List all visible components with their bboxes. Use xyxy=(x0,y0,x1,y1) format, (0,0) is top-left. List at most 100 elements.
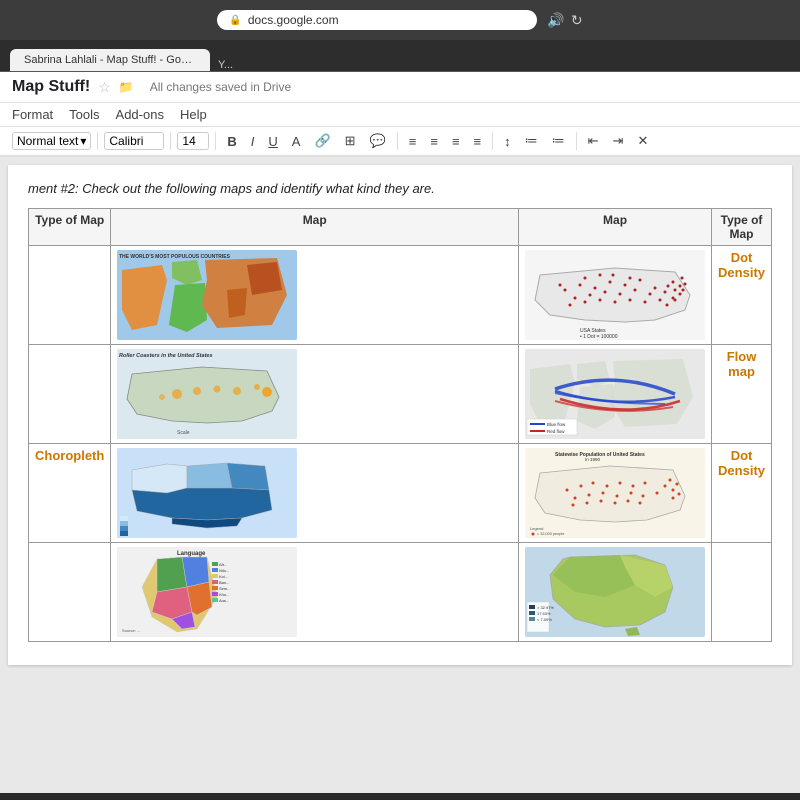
type-label-choropleth: Choropleth xyxy=(35,448,104,463)
bold-button[interactable]: B xyxy=(222,132,241,151)
style-chevron: ▾ xyxy=(80,134,86,148)
refresh-icon: ↻ xyxy=(571,12,583,29)
indent-inc-button[interactable]: ⇥ xyxy=(608,131,629,151)
svg-text:In 1990: In 1990 xyxy=(585,457,601,462)
align-center-button[interactable]: ≡ xyxy=(425,132,443,151)
menu-tools[interactable]: Tools xyxy=(69,105,99,124)
menu-addons[interactable]: Add-ons xyxy=(116,105,164,124)
map-image-world: THE WORLD'S MOST POPULOUS COUNTRIES xyxy=(117,250,297,340)
australia-svg: > 32.97% 17.53% < 7.09% xyxy=(525,547,705,637)
menu-format[interactable]: Format xyxy=(12,105,53,124)
address-bar[interactable]: 🔒 docs.google.com xyxy=(217,10,537,30)
type-left-2 xyxy=(29,345,111,444)
type-left-4 xyxy=(29,543,111,642)
menu-help[interactable]: Help xyxy=(180,105,207,124)
type-label-dot-density-1: Dot Density xyxy=(718,250,765,280)
star-icon[interactable]: ☆ xyxy=(98,79,111,96)
style-label: Normal text xyxy=(17,134,78,148)
url-text: docs.google.com xyxy=(248,13,339,27)
audio-icon: 🔊 xyxy=(547,12,564,29)
svg-text:Scale: Scale xyxy=(177,430,190,436)
separator-1 xyxy=(97,132,98,150)
svg-text:• 1 Dot = 100000: • 1 Dot = 100000 xyxy=(580,334,618,340)
map-right-3: Statewise Population of United States In… xyxy=(519,444,712,543)
map-left-1: THE WORLD'S MOST POPULOUS COUNTRIES xyxy=(111,246,519,345)
doc-title: Map Stuff! xyxy=(12,78,90,96)
browser-top-bar: 🔒 docs.google.com 🔊 ↻ xyxy=(0,0,800,40)
world-map-svg: THE WORLD'S MOST POPULOUS COUNTRIES xyxy=(117,250,297,340)
svg-text:> 32.97%: > 32.97% xyxy=(537,605,554,610)
type-left-3: Choropleth xyxy=(29,444,111,543)
size-label: 14 xyxy=(182,134,195,148)
svg-text:Roller Coasters in the United: Roller Coasters in the United States xyxy=(119,353,213,359)
line-spacing-button[interactable]: ↕ xyxy=(499,132,516,151)
bullet-list-button[interactable]: ≔ xyxy=(547,131,570,151)
italic-button[interactable]: I xyxy=(246,132,260,151)
link-button[interactable]: 🔗 xyxy=(309,131,335,151)
numbered-list-button[interactable]: ≔ xyxy=(520,131,543,151)
type-left-1 xyxy=(29,246,111,345)
text-color-button[interactable]: A xyxy=(287,132,306,151)
map-left-4: Language Afr... xyxy=(111,543,519,642)
align-justify-button[interactable]: ≡ xyxy=(469,132,487,151)
type-right-3: Dot Density xyxy=(712,444,772,543)
font-dropdown[interactable]: Calibri xyxy=(104,132,164,150)
type-label-flow: Flow map xyxy=(727,349,757,379)
separator-2 xyxy=(170,132,171,150)
map-image-language: Language Afr... xyxy=(117,547,297,637)
close-button[interactable]: ✕ xyxy=(632,131,653,151)
tab-right-text[interactable]: Y... xyxy=(218,59,233,71)
choropleth-blue-svg xyxy=(117,448,297,538)
svg-text:Ban...: Ban... xyxy=(219,580,229,585)
col-header-type-right: Type of Map xyxy=(712,209,772,246)
map-image-australia: > 32.97% 17.53% < 7.09% xyxy=(525,547,705,637)
type-right-4 xyxy=(712,543,772,642)
folder-icon[interactable]: 📁 xyxy=(119,80,134,94)
language-svg: Language Afr... xyxy=(117,547,297,637)
svg-text:Sem...: Sem... xyxy=(219,586,231,591)
active-tab[interactable]: Sabrina Lahlali - Map Stuff! - Google Do… xyxy=(10,49,210,71)
font-label: Calibri xyxy=(109,134,143,148)
table-row: Roller Coasters in the United States xyxy=(29,345,772,444)
browser-chrome: 🔒 docs.google.com 🔊 ↻ Sabrina Lahlali - … xyxy=(0,0,800,72)
underline-button[interactable]: U xyxy=(263,132,282,151)
separator-3 xyxy=(215,132,216,150)
separator-6 xyxy=(576,132,577,150)
coasters-svg: Roller Coasters in the United States xyxy=(117,349,297,439)
col-header-type-left: Type of Map xyxy=(29,209,111,246)
toolbar: Normal text ▾ Calibri 14 B I U A 🔗 ⊞ 💬 ≡… xyxy=(0,127,800,156)
style-dropdown[interactable]: Normal text ▾ xyxy=(12,132,91,150)
svg-text:< 7.09%: < 7.09% xyxy=(537,617,552,622)
map-image-dot-usa: USA States • 1 Dot = 100000 xyxy=(525,250,705,340)
svg-text:Koi...: Koi... xyxy=(219,574,228,579)
doc-content: ment #2: Check out the following maps an… xyxy=(0,157,800,793)
svg-text:Aus...: Aus... xyxy=(219,598,229,603)
assignment-text: ment #2: Check out the following maps an… xyxy=(28,181,772,196)
svg-text:Blue flow: Blue flow xyxy=(547,422,566,427)
table-row: Language Afr... xyxy=(29,543,772,642)
comment-button[interactable]: 💬 xyxy=(365,131,391,151)
svg-text:Language: Language xyxy=(177,551,206,557)
indent-dec-button[interactable]: ⇤ xyxy=(583,131,604,151)
svg-text:= 32,000 people: = 32,000 people xyxy=(537,532,564,536)
lock-icon: 🔒 xyxy=(229,15,241,26)
dot-usa-svg: USA States • 1 Dot = 100000 xyxy=(525,250,705,340)
size-dropdown[interactable]: 14 xyxy=(177,132,209,150)
map-image-flow: Blue flow Red flow xyxy=(525,349,705,439)
col-header-map-left: Map xyxy=(111,209,519,246)
map-left-3 xyxy=(111,444,519,543)
svg-text:Source: ...: Source: ... xyxy=(122,628,140,633)
map-image-dot-usa2: Statewise Population of United States In… xyxy=(525,448,705,538)
menu-bar: Format Tools Add-ons Help xyxy=(0,103,800,127)
svg-text:Nilo...: Nilo... xyxy=(219,568,229,573)
tab-bar: Sabrina Lahlali - Map Stuff! - Google Do… xyxy=(0,40,800,72)
image-button[interactable]: ⊞ xyxy=(340,131,361,151)
doc-title-bar: Map Stuff! ☆ 📁 All changes saved in Driv… xyxy=(0,72,800,103)
flow-svg: Blue flow Red flow xyxy=(525,349,705,439)
map-right-1: USA States • 1 Dot = 100000 xyxy=(519,246,712,345)
svg-text:Legend: Legend xyxy=(530,526,543,531)
align-left-button[interactable]: ≡ xyxy=(404,132,422,151)
align-right-button[interactable]: ≡ xyxy=(447,132,465,151)
svg-text:Red flow: Red flow xyxy=(547,429,565,434)
col-header-map-right: Map xyxy=(519,209,712,246)
